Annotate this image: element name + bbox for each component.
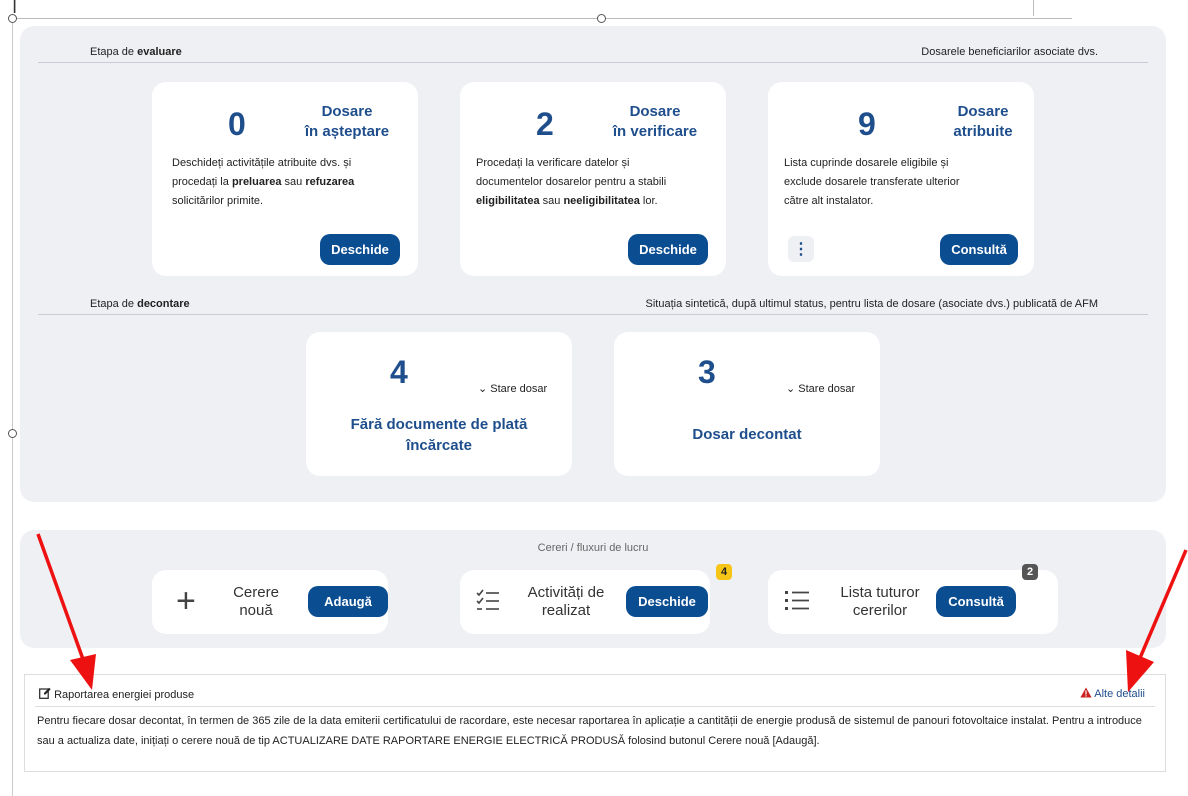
kebab-icon[interactable]: ⋮ — [788, 236, 814, 262]
dashboard-panel: Etapa de evaluare Dosarele beneficiarilo… — [20, 26, 1166, 502]
workflow-cerere-noua: + Cerere nouă Adaugă — [152, 570, 388, 634]
decontare-right-label: Situația sintetică, după ultimul status,… — [645, 298, 1098, 310]
workflow-lista-cereri: Lista tuturor cererilor Consultă 2 — [768, 564, 1058, 634]
count-fara-documente: 4 — [390, 354, 408, 390]
cerere-noua-label: Cerere nouă — [233, 584, 279, 619]
consulta-atribuite-button[interactable]: Consultă — [940, 234, 1018, 265]
count-dosare-atribuite: 9 — [858, 106, 876, 142]
deschide-activitati-button[interactable]: Deschide — [626, 586, 708, 617]
resize-handle-middle-left[interactable] — [8, 429, 17, 438]
checklist-icon — [476, 589, 499, 610]
card-fara-documente: 4 ⌄ Stare dosar Fără documente de plată î… — [306, 332, 572, 476]
activitati-label: Activități de realizat — [527, 584, 605, 619]
desc-dosare-asteptare: Deschideți activitățile atribuite dvs. ș… — [172, 157, 355, 207]
workflow-label: Cereri / fluxuri de lucru — [537, 542, 649, 554]
chevron-down-icon: ⌄ — [478, 383, 491, 395]
card-dosar-decontat: 3 ⌄ Stare dosar Dosar decontat — [614, 332, 880, 476]
stare-dosar-toggle[interactable]: ⌄ Stare dosar — [786, 382, 855, 395]
activitati-count-badge: 4 — [716, 564, 732, 580]
annotation-arrow-left — [36, 533, 96, 690]
resize-handle-top-left[interactable] — [8, 14, 17, 23]
card-dosare-verificare: 2 Dosare în verificare Procedați la verif… — [460, 82, 726, 276]
title-dosare-atribuite[interactable]: Dosare atribuite — [928, 102, 1038, 142]
workflow-panel: Cereri / fluxuri de lucru + Cerere nouă A… — [20, 530, 1166, 648]
plus-icon: + — [176, 582, 196, 620]
frame-edge-top-right — [602, 18, 1072, 19]
card-dosare-atribuite: 9 Dosare atribuite Lista cuprinde dosarel… — [768, 82, 1034, 276]
deschide-verificare-button[interactable]: Deschide — [628, 234, 708, 265]
title-fara-documente: Fără documente de plată încărcate — [350, 416, 528, 454]
count-dosare-verificare: 2 — [536, 106, 554, 142]
raportare-text: Pentru fiecare dosar decontat, în termen… — [37, 715, 1142, 747]
chevron-down-icon: ⌄ — [786, 383, 799, 395]
list-icon — [785, 591, 809, 610]
title-dosare-asteptare[interactable]: Dosare în așteptare — [292, 102, 402, 142]
raportare-box: Raportarea energiei produse Alte detalii… — [24, 674, 1166, 772]
count-dosare-asteptare: 0 — [228, 106, 246, 142]
frame-edge-left — [12, 18, 13, 796]
decontare-label: Etapa de decontare — [90, 298, 190, 310]
cereri-count-badge: 2 — [1022, 564, 1038, 580]
card-dosare-asteptare: 0 Dosare în așteptare Deschideți activită… — [152, 82, 418, 276]
deschide-asteptare-button[interactable]: Deschide — [320, 234, 400, 265]
annotation-arrow-right — [1126, 549, 1188, 692]
frame-edge-top — [12, 18, 602, 19]
adauga-button[interactable]: Adaugă — [308, 586, 388, 617]
stare-dosar-toggle[interactable]: ⌄ Stare dosar — [478, 382, 547, 395]
page: | Etapa de evaluare Dosarele beneficiari… — [0, 0, 1188, 796]
resize-handle-top-center[interactable] — [597, 14, 606, 23]
lista-cereri-label: Lista tuturor cererilor — [840, 584, 920, 619]
evaluare-label: Etapa de evaluare — [90, 46, 182, 58]
title-dosare-verificare[interactable]: Dosare în verificare — [600, 102, 710, 142]
desc-dosare-atribuite: Lista cuprinde dosarele eligibile și exc… — [784, 157, 960, 207]
cursor-glyph: | — [12, 0, 18, 14]
consulta-cereri-button[interactable]: Consultă — [936, 586, 1016, 617]
workflow-activitati: Activități de realizat Deschide 4 — [460, 564, 732, 634]
evaluare-right-label: Dosarele beneficiarilor asociate dvs. — [921, 46, 1098, 58]
count-dosar-decontat: 3 — [698, 354, 716, 390]
warning-icon — [1080, 687, 1092, 698]
evaluare-divider — [38, 62, 1148, 63]
decontare-divider — [38, 314, 1148, 315]
title-dosar-decontat: Dosar decontat — [692, 426, 802, 443]
desc-dosare-verificare: Procedați la verificare datelor și docum… — [476, 157, 667, 207]
frame-vertical-line — [1033, 0, 1034, 16]
raportare-divider — [35, 706, 1155, 707]
